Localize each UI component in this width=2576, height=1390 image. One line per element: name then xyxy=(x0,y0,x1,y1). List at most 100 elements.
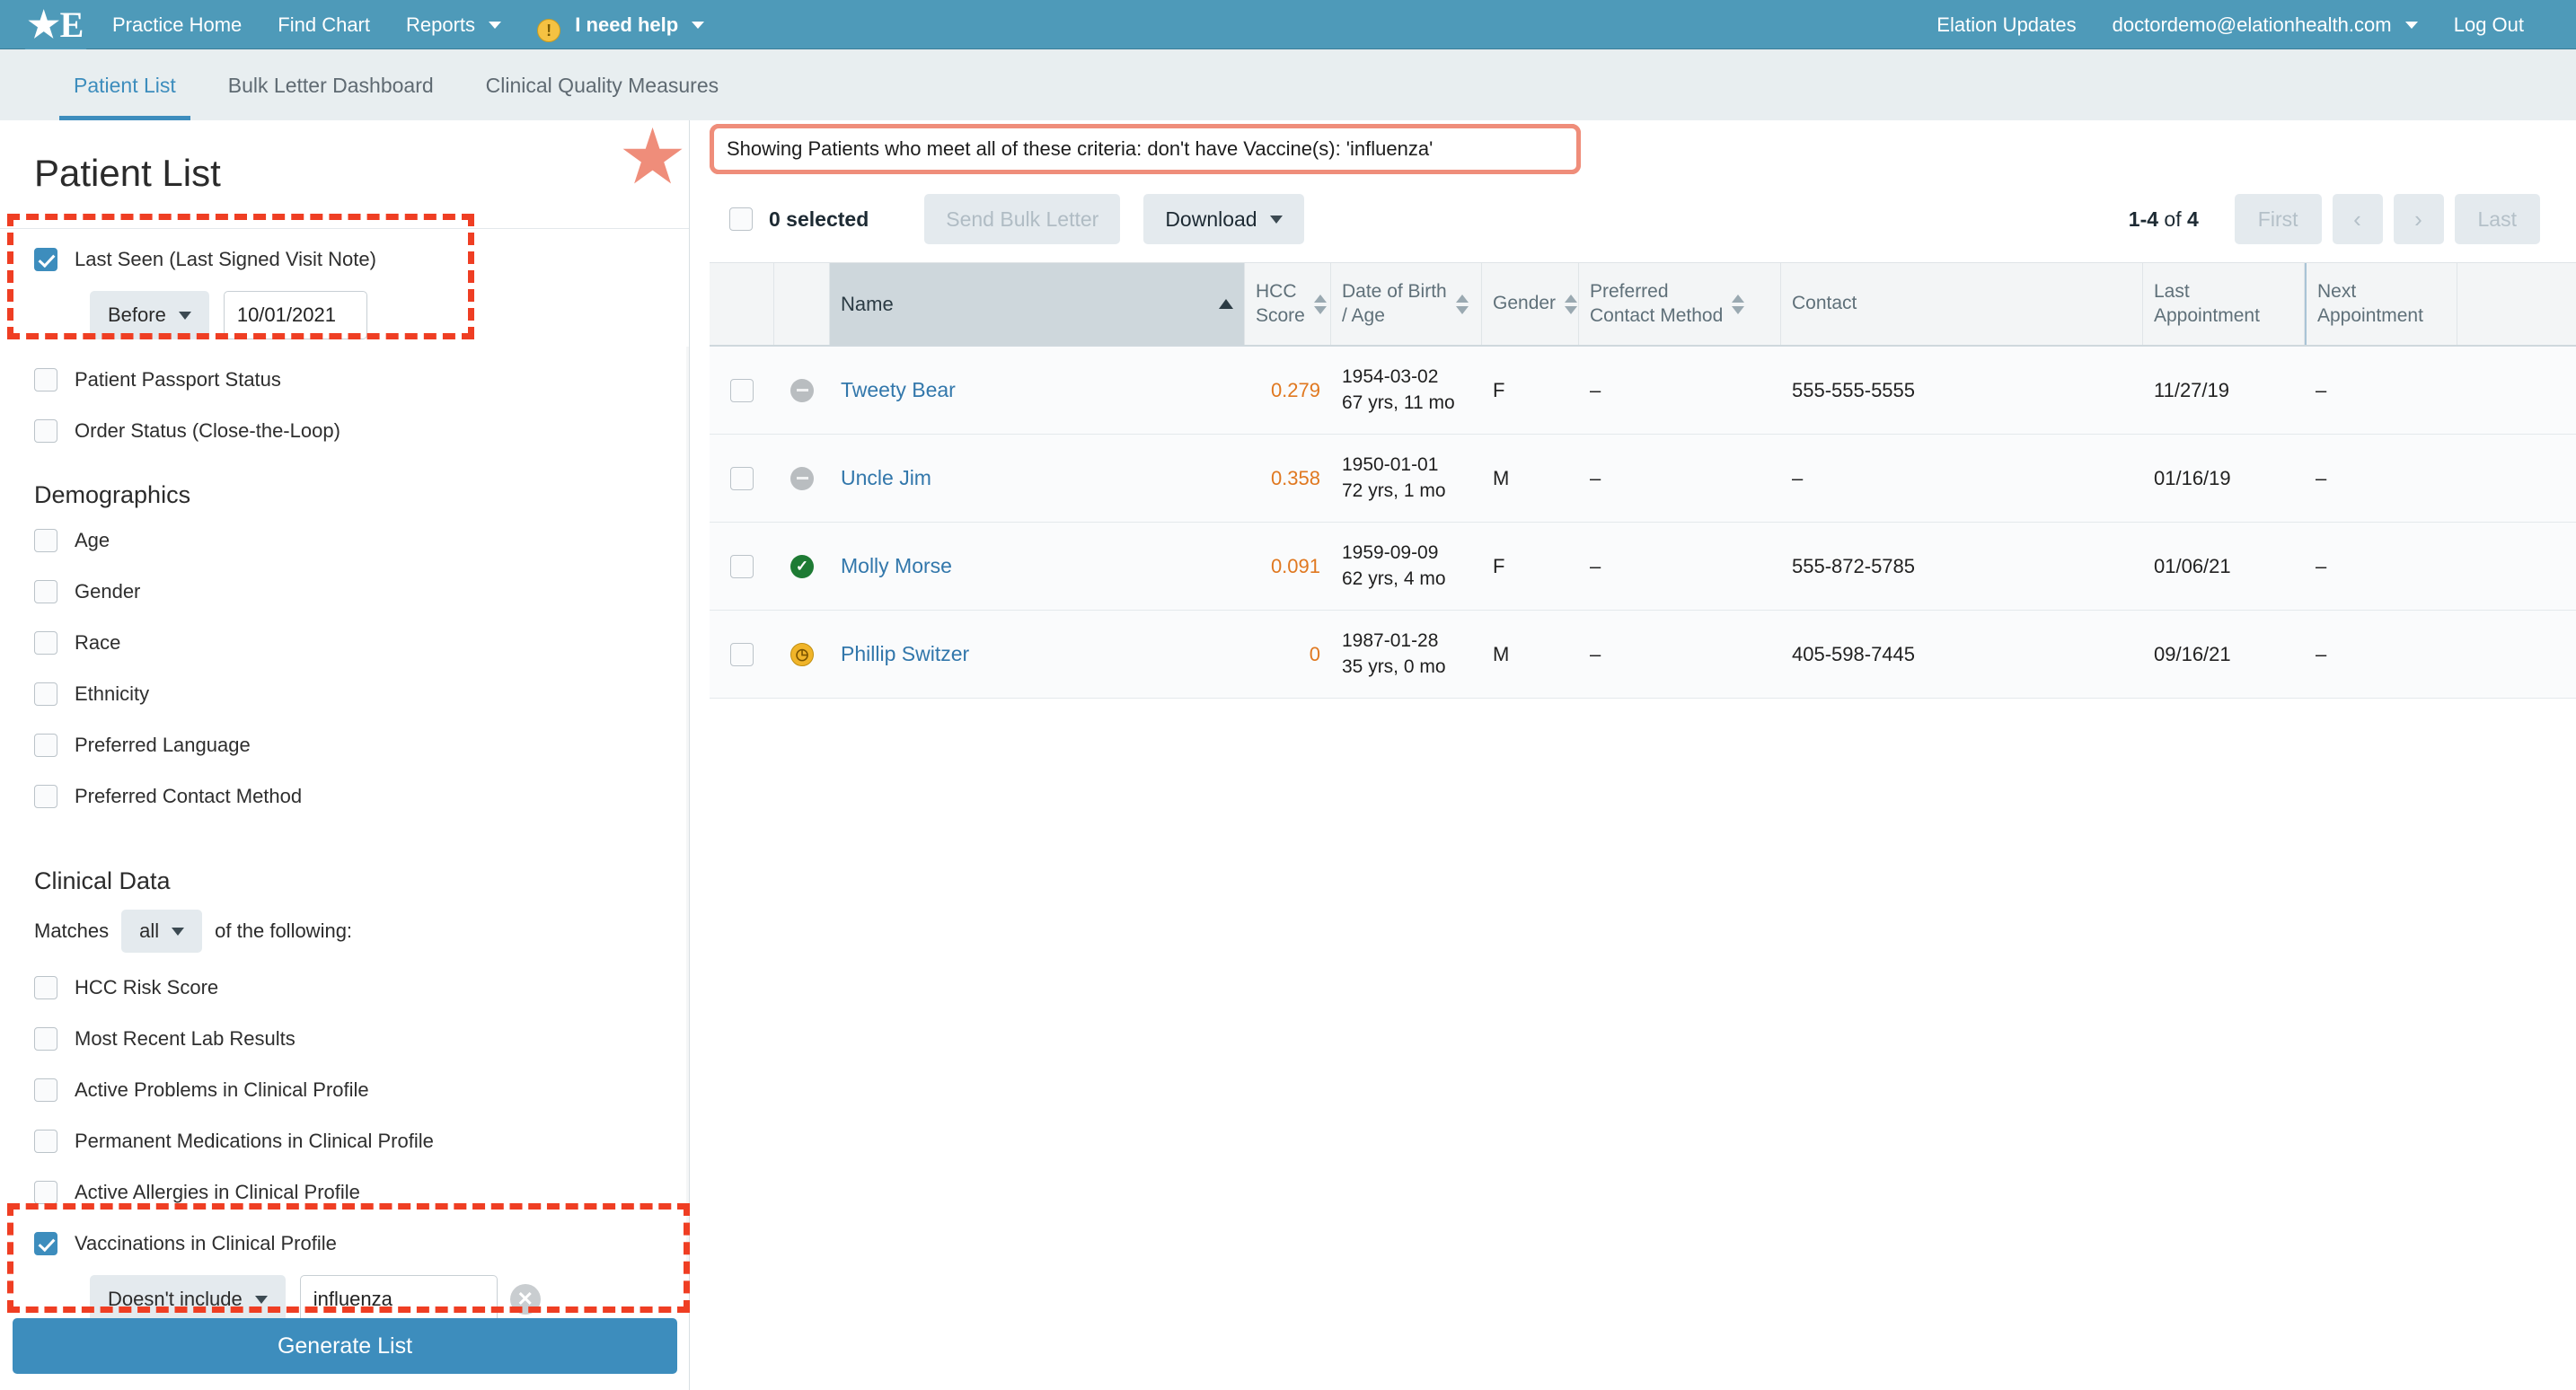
checkbox-order-status[interactable] xyxy=(34,418,57,443)
check-circle-icon: ✓ xyxy=(790,554,814,578)
filter-gender[interactable]: Gender xyxy=(0,566,690,617)
patient-table: Name HCC Score Date of Birth / Age Gender … xyxy=(710,262,2576,699)
filter-order-status[interactable]: Order Status (Close-the-Loop) xyxy=(0,405,690,456)
row-checkbox[interactable] xyxy=(730,642,754,666)
patient-name-link[interactable]: Tweety Bear xyxy=(841,378,956,402)
send-bulk-letter-button[interactable]: Send Bulk Letter xyxy=(924,194,1121,244)
row-checkbox-cell[interactable] xyxy=(710,347,774,434)
checkbox-preferred-contact-method[interactable] xyxy=(34,784,57,808)
checkbox-hcc-risk-score[interactable] xyxy=(34,975,57,999)
tab-clinical-quality-measures[interactable]: Clinical Quality Measures xyxy=(472,74,733,120)
pagination-controls: 1-4 of 4 First ‹ › Last xyxy=(2129,194,2576,244)
matches-operator-select[interactable]: all xyxy=(121,910,203,953)
row-checkbox-cell[interactable] xyxy=(710,523,774,610)
table-header-last-appt-label: Last Appointment xyxy=(2154,281,2260,326)
checkbox-race[interactable] xyxy=(34,630,57,655)
row-status-cell: ◷ xyxy=(774,611,830,698)
filter-race[interactable]: Race xyxy=(0,617,690,668)
row-checkbox-cell[interactable] xyxy=(710,435,774,522)
row-pcm-cell: – xyxy=(1590,642,1601,665)
checkbox-preferred-language[interactable] xyxy=(34,733,57,757)
row-name-cell[interactable]: Molly Morse xyxy=(830,523,1245,610)
row-name-cell[interactable]: Uncle Jim xyxy=(830,435,1245,522)
checkbox-patient-passport-status[interactable] xyxy=(34,367,57,391)
filter-vaccinations[interactable]: Vaccinations in Clinical Profile xyxy=(0,1218,690,1269)
table-row[interactable]: Uncle Jim 0.358 1950-01-01 72 yrs, 1 mo M… xyxy=(710,435,2576,523)
row-checkbox[interactable] xyxy=(730,378,754,402)
chevron-right-icon[interactable]: › xyxy=(2393,194,2444,244)
dob-age-value: 1987-01-28 35 yrs, 0 mo xyxy=(1342,630,1446,677)
checkbox-last-seen[interactable] xyxy=(34,247,57,271)
filter-gender-label: Gender xyxy=(75,579,141,603)
pagination-range: 1-4 of 4 xyxy=(2129,207,2199,232)
download-label: Download xyxy=(1165,207,1257,231)
filter-preferred-language[interactable]: Preferred Language xyxy=(0,719,690,770)
table-header-preferred-contact-method[interactable]: Preferred Contact Method xyxy=(1579,263,1781,345)
pagination-first-button[interactable]: First xyxy=(2234,194,2322,244)
checkbox-active-problems[interactable] xyxy=(34,1078,57,1102)
checkbox-active-allergies[interactable] xyxy=(34,1180,57,1204)
checkbox-permanent-medications[interactable] xyxy=(34,1129,57,1153)
filter-age[interactable]: Age xyxy=(0,515,690,566)
nav-reports[interactable]: Reports xyxy=(388,0,519,49)
pagination-last-button[interactable]: Last xyxy=(2454,194,2540,244)
row-dob-cell: 1954-03-02 67 yrs, 11 mo xyxy=(1331,347,1482,434)
vaccinations-operator-select[interactable]: Doesn't include xyxy=(90,1275,286,1324)
table-row[interactable]: ✓ Molly Morse 0.091 1959-09-09 62 yrs, 4 … xyxy=(710,523,2576,611)
table-header-hcc-score[interactable]: HCC Score xyxy=(1245,263,1331,345)
checkbox-most-recent-lab-results[interactable] xyxy=(34,1026,57,1051)
nav-i-need-help[interactable]: ! I need help xyxy=(519,0,722,49)
row-status-cell xyxy=(774,435,830,522)
filter-preferred-contact-method[interactable]: Preferred Contact Method xyxy=(0,770,690,822)
filter-preferred-contact-method-label: Preferred Contact Method xyxy=(75,784,303,807)
row-pcm-cell: – xyxy=(1590,554,1601,577)
table-header-gender[interactable]: Gender xyxy=(1482,263,1579,345)
select-all-checkbox[interactable] xyxy=(729,207,753,231)
patient-name-link[interactable]: Phillip Switzer xyxy=(841,642,969,666)
filter-hcc-risk-score[interactable]: HCC Risk Score xyxy=(0,962,690,1013)
table-header-next-appointment: Next Appointment xyxy=(2305,263,2457,345)
patient-name-link[interactable]: Molly Morse xyxy=(841,554,952,578)
download-button[interactable]: Download xyxy=(1143,194,1304,244)
last-seen-operator-select[interactable]: Before xyxy=(90,291,209,339)
checkbox-age[interactable] xyxy=(34,528,57,552)
checkbox-vaccinations[interactable] xyxy=(34,1231,57,1255)
filter-most-recent-lab-results[interactable]: Most Recent Lab Results xyxy=(0,1013,690,1064)
nav-left-group: Practice Home Find Chart Reports ! I nee… xyxy=(94,0,722,49)
filter-patient-passport-status[interactable]: Patient Passport Status xyxy=(0,354,690,405)
row-name-cell[interactable]: Phillip Switzer xyxy=(830,611,1245,698)
row-pcm-cell: – xyxy=(1590,466,1601,489)
checkbox-ethnicity[interactable] xyxy=(34,682,57,706)
filter-active-allergies[interactable]: Active Allergies in Clinical Profile xyxy=(0,1166,690,1218)
tab-bulk-letter-dashboard[interactable]: Bulk Letter Dashboard xyxy=(214,74,448,120)
row-checkbox-cell[interactable] xyxy=(710,611,774,698)
chevron-left-icon[interactable]: ‹ xyxy=(2332,194,2383,244)
filter-ethnicity[interactable]: Ethnicity xyxy=(0,668,690,719)
tab-patient-list[interactable]: Patient List xyxy=(59,74,190,120)
last-seen-date-input[interactable] xyxy=(223,291,367,339)
filter-preferred-language-label: Preferred Language xyxy=(75,733,251,756)
table-header-name[interactable]: Name xyxy=(830,263,1245,345)
pagination-total: 4 xyxy=(2187,207,2199,231)
nav-practice-home[interactable]: Practice Home xyxy=(94,0,260,49)
vaccinations-value-input[interactable] xyxy=(299,1275,498,1324)
filter-last-seen-row[interactable]: Last Seen (Last Signed Visit Note) xyxy=(0,233,690,285)
clear-x-icon[interactable]: ✕ xyxy=(509,1284,541,1315)
nav-user-account[interactable]: doctordemo@elationhealth.com xyxy=(2095,0,2436,49)
section-demographics: Demographics Age Gender Race Ethnicity P… xyxy=(0,457,690,822)
filter-permanent-medications[interactable]: Permanent Medications in Clinical Profil… xyxy=(0,1115,690,1166)
table-row[interactable]: ◷ Phillip Switzer 0 1987-01-28 35 yrs, 0 … xyxy=(710,611,2576,699)
checkbox-gender[interactable] xyxy=(34,579,57,603)
nav-elation-updates[interactable]: Elation Updates xyxy=(1919,0,2094,49)
nav-find-chart[interactable]: Find Chart xyxy=(260,0,388,49)
nav-log-out[interactable]: Log Out xyxy=(2436,0,2542,49)
filter-active-problems[interactable]: Active Problems in Clinical Profile xyxy=(0,1064,690,1115)
row-checkbox[interactable] xyxy=(730,466,754,490)
table-row[interactable]: Tweety Bear 0.279 1954-03-02 67 yrs, 11 m… xyxy=(710,347,2576,435)
row-checkbox[interactable] xyxy=(730,554,754,578)
row-name-cell[interactable]: Tweety Bear xyxy=(830,347,1245,434)
sort-icon xyxy=(1313,294,1327,314)
table-header-date-of-birth[interactable]: Date of Birth / Age xyxy=(1331,263,1482,345)
generate-list-button[interactable]: Generate List xyxy=(13,1318,677,1374)
patient-name-link[interactable]: Uncle Jim xyxy=(841,466,931,490)
